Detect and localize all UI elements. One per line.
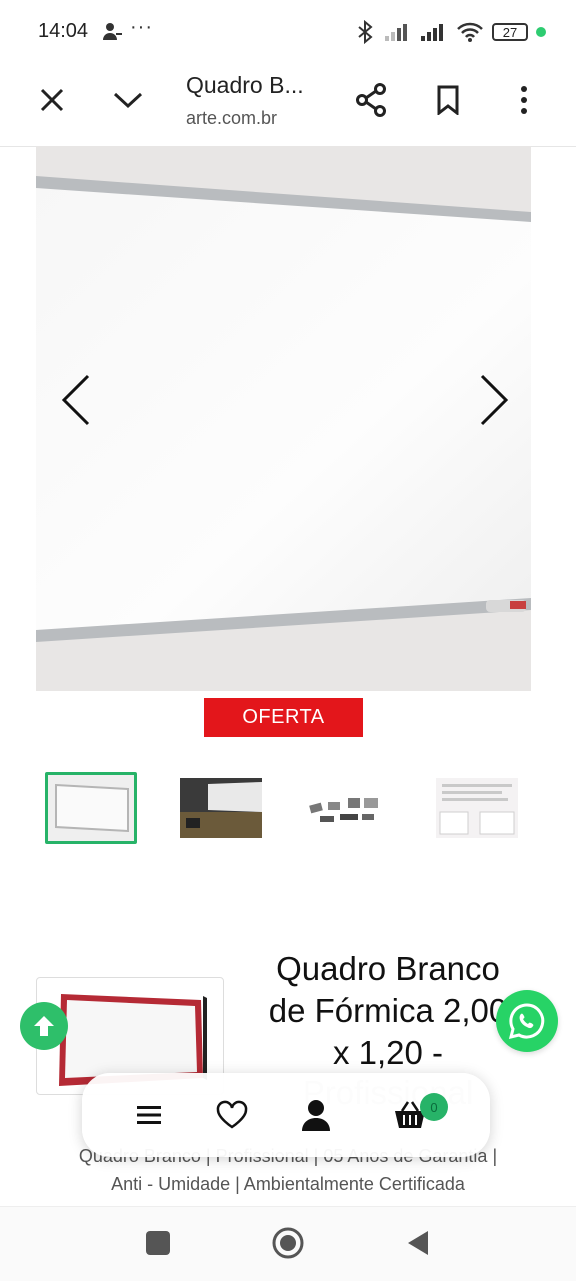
gallery-next-icon[interactable] bbox=[472, 370, 512, 430]
chevron-down-icon[interactable] bbox=[108, 80, 148, 120]
wifi-icon bbox=[457, 22, 483, 42]
status-green-dot bbox=[536, 27, 546, 37]
page-title[interactable]: Quadro B... bbox=[186, 72, 304, 99]
product-title-line: Quadro Branco bbox=[276, 950, 500, 987]
bluetooth-icon bbox=[358, 20, 373, 44]
product-main-image[interactable] bbox=[36, 146, 531, 691]
system-navigation-bar bbox=[0, 1206, 576, 1281]
bookmark-icon[interactable] bbox=[428, 80, 468, 120]
thumbnail-whiteboard[interactable] bbox=[45, 772, 137, 844]
whiteboard-image bbox=[36, 146, 531, 691]
floating-bottom-nav: 0 bbox=[82, 1073, 490, 1157]
product-description-line: Anti - Umidade | Ambientalmente Certific… bbox=[111, 1174, 465, 1194]
product-title-line: de Fórmica 2,00 bbox=[268, 992, 508, 1029]
whatsapp-icon bbox=[508, 1003, 545, 1040]
recents-icon[interactable] bbox=[146, 1231, 170, 1255]
status-time: 14:04 bbox=[38, 20, 89, 42]
thumbnail-image bbox=[436, 778, 518, 838]
gallery-prev-icon[interactable] bbox=[58, 370, 98, 430]
thumbnail-accessories[interactable] bbox=[300, 772, 392, 844]
user-icon[interactable] bbox=[294, 1093, 338, 1137]
thumbnail-image bbox=[300, 772, 392, 844]
thumbnail-image bbox=[48, 775, 134, 841]
thumbnail-specs[interactable] bbox=[432, 772, 524, 844]
product-title: Quadro Branco de Fórmica 2,00 x 1,20 - bbox=[238, 948, 538, 1074]
share-icon[interactable] bbox=[352, 80, 392, 120]
arrow-up-icon bbox=[34, 1016, 54, 1036]
menu-icon[interactable] bbox=[128, 1093, 172, 1137]
page-domain[interactable]: arte.com.br bbox=[186, 108, 277, 129]
thumbnail-image bbox=[180, 778, 262, 838]
offer-badge: OFERTA bbox=[204, 698, 363, 737]
product-title-line: x 1,20 - bbox=[332, 1034, 444, 1071]
more-vert-icon[interactable] bbox=[504, 80, 544, 120]
thumbnail-room[interactable] bbox=[178, 772, 270, 844]
back-icon[interactable] bbox=[404, 1229, 432, 1257]
heart-icon[interactable] bbox=[210, 1093, 254, 1137]
scroll-top-button[interactable] bbox=[20, 1002, 68, 1050]
whatsapp-button[interactable] bbox=[496, 990, 558, 1052]
signal-icon bbox=[385, 24, 407, 41]
status-more-indicator: ··· bbox=[130, 16, 153, 38]
battery-indicator: 27 bbox=[492, 23, 528, 41]
close-icon[interactable] bbox=[32, 80, 72, 120]
home-icon[interactable] bbox=[272, 1227, 304, 1259]
status-icons: 27 bbox=[354, 18, 546, 46]
cart-count-badge: 0 bbox=[420, 1093, 448, 1121]
signal-2-icon bbox=[421, 24, 443, 41]
user-status-icon bbox=[103, 23, 122, 40]
